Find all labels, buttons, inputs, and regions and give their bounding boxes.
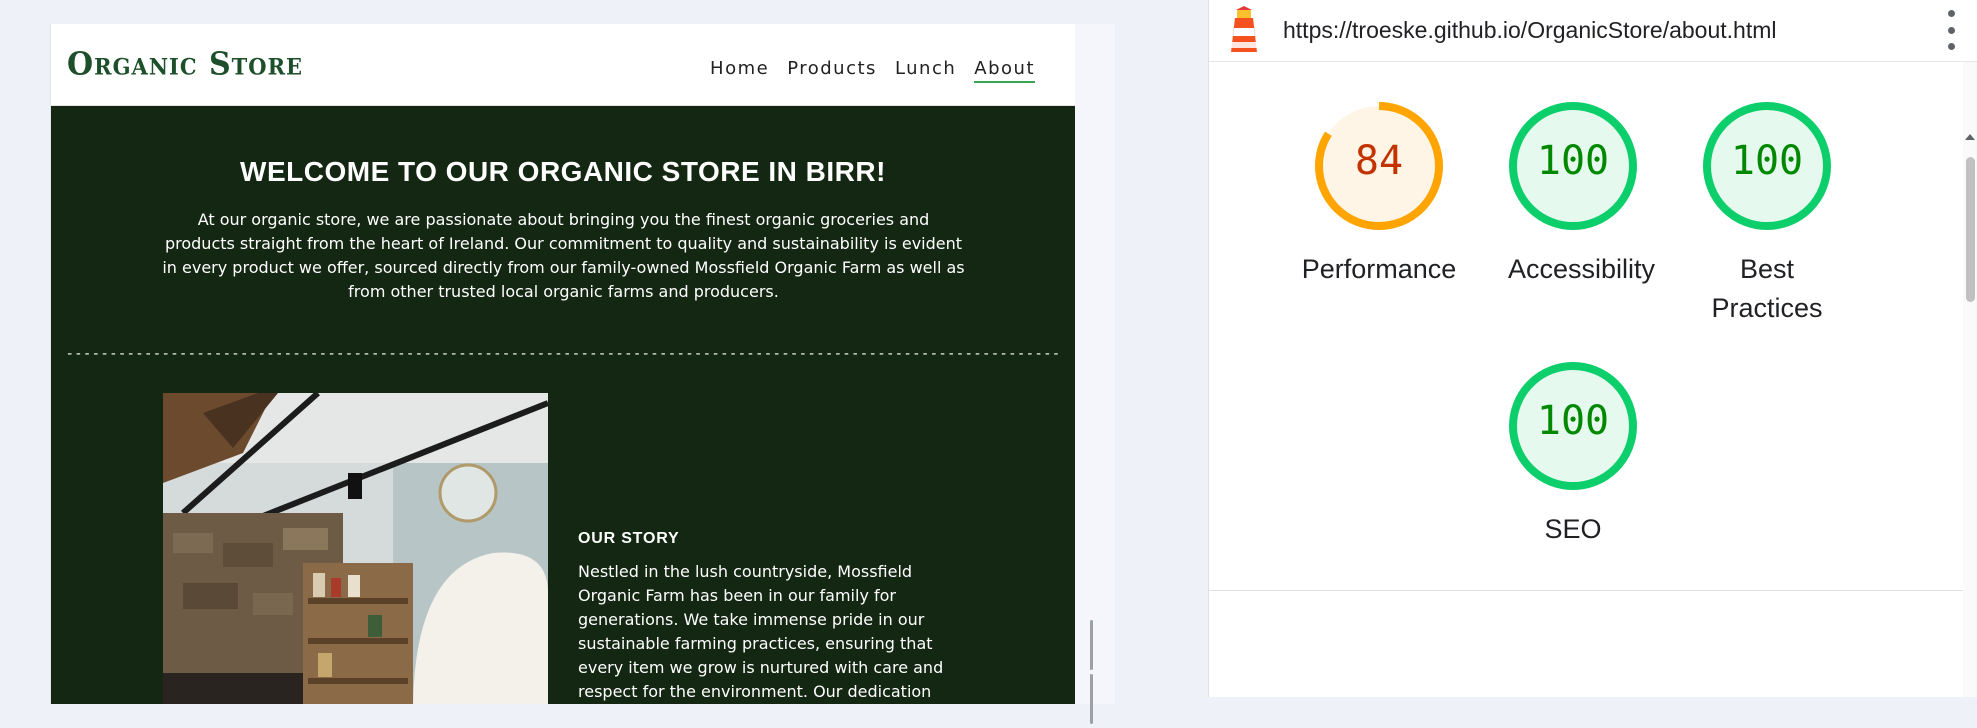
gauge-performance-value: 84 (1354, 138, 1404, 184)
lighthouse-panel: https://troeske.github.io/OrganicStore/a… (1208, 0, 1977, 697)
scroll-up-arrow-icon[interactable] (1965, 134, 1975, 140)
store-interior-photo (163, 393, 548, 704)
section-divider (1209, 590, 1977, 591)
site-logo[interactable]: Organic Store (67, 46, 303, 83)
welcome-title: WELCOME TO OUR ORGANIC STORE IN BIRR! (240, 156, 886, 187)
scrollbar[interactable] (1963, 62, 1977, 697)
gauge-seo[interactable]: 100 SEO (1488, 358, 1658, 549)
nav-about-link[interactable]: About (974, 58, 1035, 83)
lighthouse-topbar: https://troeske.github.io/OrganicStore/a… (1209, 0, 1977, 62)
gauge-accessibility-label: Accessibility (1508, 254, 1656, 284)
website-preview: Organic Store Home Products Lunch About … (50, 24, 1075, 704)
more-vertical-icon[interactable] (1947, 10, 1955, 50)
gauge-best-practices-value: 100 (1730, 138, 1804, 184)
nav-lunch-link[interactable]: Lunch (895, 58, 956, 83)
gauge-best-practices-label: Best Practices (1711, 254, 1823, 323)
gauge-seo-value: 100 (1536, 398, 1610, 444)
site-header: Organic Store Home Products Lunch About (51, 24, 1075, 106)
site-main: WELCOME TO OUR ORGANIC STORE IN BIRR! At… (51, 106, 1075, 704)
scrollbar-thumb[interactable] (1966, 157, 1975, 302)
resize-handle[interactable] (1090, 620, 1100, 724)
gauge-accessibility[interactable]: 100 Accessibility (1488, 98, 1658, 289)
gauge-performance-label: Performance (1301, 254, 1457, 284)
nav-products-link[interactable]: Products (787, 58, 877, 83)
section-divider: ----------------------------------------… (65, 346, 1061, 362)
preview-gutter (1075, 24, 1115, 704)
gauge-best-practices[interactable]: 100 Best Practices (1682, 98, 1852, 328)
gauge-accessibility-value: 100 (1536, 138, 1610, 184)
our-story-text: Nestled in the lush countryside, Mossfie… (578, 562, 944, 701)
gauge-performance[interactable]: 84 Performance (1294, 98, 1464, 289)
report-url[interactable]: https://troeske.github.io/OrganicStore/a… (1283, 17, 1777, 44)
lighthouse-icon (1227, 5, 1261, 56)
nav-home-link[interactable]: Home (710, 58, 769, 83)
gauge-seo-label: SEO (1544, 514, 1602, 544)
welcome-text: At our organic store, we are passionate … (162, 210, 965, 301)
site-nav: Home Products Lunch About (710, 58, 1035, 83)
our-story-heading: OUR STORY (578, 530, 680, 547)
